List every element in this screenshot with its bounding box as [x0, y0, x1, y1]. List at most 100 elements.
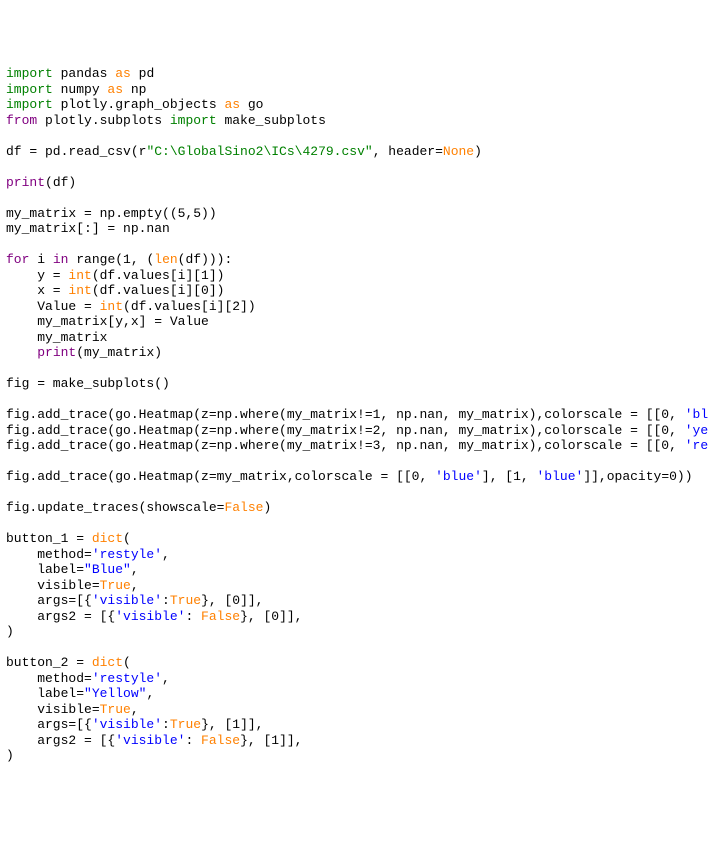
code-line[interactable]: import pandas as pd	[6, 66, 716, 82]
code-token: dict	[92, 655, 123, 670]
code-line[interactable]	[6, 237, 716, 253]
code-token: False	[201, 609, 240, 624]
code-line[interactable]: my_matrix[:] = np.nan	[6, 221, 716, 237]
code-token: False	[201, 733, 240, 748]
code-line[interactable]: for i in range(1, (len(df))):	[6, 252, 716, 268]
code-token: print	[6, 175, 45, 190]
code-line[interactable]	[6, 361, 716, 377]
code-line[interactable]: df = pd.read_csv(r"C:\GlobalSino2\ICs\42…	[6, 144, 716, 160]
code-line[interactable]	[6, 128, 716, 144]
code-token: args2 = [{	[6, 609, 115, 624]
code-token: (df.values[i][0])	[92, 283, 225, 298]
code-token: 'visible'	[115, 609, 185, 624]
code-line[interactable]: button_2 = dict(	[6, 655, 716, 671]
code-token: as	[115, 66, 131, 81]
code-token: my_matrix = np.empty((5,5))	[6, 206, 217, 221]
code-token: ,	[131, 702, 139, 717]
code-line[interactable]: method='restyle',	[6, 547, 716, 563]
code-line[interactable]	[6, 159, 716, 175]
code-line[interactable]: print(df)	[6, 175, 716, 191]
code-line[interactable]: from plotly.subplots import make_subplot…	[6, 113, 716, 129]
code-token: "Yellow"	[84, 686, 146, 701]
code-line[interactable]: import numpy as np	[6, 82, 716, 98]
code-line[interactable]	[6, 190, 716, 206]
code-line[interactable]: my_matrix	[6, 330, 716, 346]
code-token: my_matrix[:] = np.nan	[6, 221, 170, 236]
code-token: pandas	[53, 66, 115, 81]
code-line[interactable]	[6, 454, 716, 470]
code-token: ,	[131, 578, 139, 593]
code-line[interactable]	[6, 392, 716, 408]
code-line[interactable]: print(my_matrix)	[6, 345, 716, 361]
code-line[interactable]: args2 = [{'visible': False}, [0]],	[6, 609, 716, 625]
code-token: fig.add_trace(go.Heatmap(z=np.where(my_m…	[6, 423, 685, 438]
code-token: args=[{	[6, 717, 92, 732]
code-line[interactable]: Value = int(df.values[i][2])	[6, 299, 716, 315]
code-token: 'restyle'	[92, 547, 162, 562]
code-line[interactable]: method='restyle',	[6, 671, 716, 687]
code-token: fig.update_traces(showscale=	[6, 500, 224, 515]
code-line[interactable]: fig = make_subplots()	[6, 376, 716, 392]
code-token: )	[263, 500, 271, 515]
code-line[interactable]: import plotly.graph_objects as go	[6, 97, 716, 113]
code-line[interactable]	[6, 516, 716, 532]
code-token: len	[154, 252, 177, 267]
code-line[interactable]: my_matrix = np.empty((5,5))	[6, 206, 716, 222]
code-token: 'blue'	[435, 469, 482, 484]
code-token: )	[6, 748, 14, 763]
code-line[interactable]: )	[6, 624, 716, 640]
code-line[interactable]: label="Blue",	[6, 562, 716, 578]
code-token: visible=	[6, 578, 100, 593]
code-token: (	[123, 655, 131, 670]
code-token: dict	[92, 531, 123, 546]
code-token: ,	[146, 686, 154, 701]
code-token: ,	[162, 547, 170, 562]
code-line[interactable]: y = int(df.values[i][1])	[6, 268, 716, 284]
code-line[interactable]: my_matrix[y,x] = Value	[6, 314, 716, 330]
code-token: :	[162, 593, 170, 608]
code-line[interactable]: args=[{'visible':True}, [1]],	[6, 717, 716, 733]
code-token: label=	[6, 562, 84, 577]
code-token: , header=	[373, 144, 443, 159]
code-line[interactable]: fig.add_trace(go.Heatmap(z=np.where(my_m…	[6, 407, 716, 423]
code-token: Value =	[6, 299, 100, 314]
code-token: }, [1]],	[240, 733, 302, 748]
code-token: i	[29, 252, 52, 267]
code-token: True	[100, 702, 131, 717]
code-token: :	[185, 609, 201, 624]
code-line[interactable]: fig.update_traces(showscale=False)	[6, 500, 716, 516]
code-token: args2 = [{	[6, 733, 115, 748]
code-token: ]],opacity=0))	[583, 469, 692, 484]
code-line[interactable]	[6, 485, 716, 501]
code-line[interactable]: args=[{'visible':True}, [0]],	[6, 593, 716, 609]
code-token: }, [1]],	[201, 717, 263, 732]
code-token: fig.add_trace(go.Heatmap(z=np.where(my_m…	[6, 438, 685, 453]
code-token: from	[6, 113, 37, 128]
code-token: (df)	[45, 175, 76, 190]
code-line[interactable]: )	[6, 748, 716, 764]
code-token: None	[443, 144, 474, 159]
code-line[interactable]: fig.add_trace(go.Heatmap(z=np.where(my_m…	[6, 438, 716, 454]
code-token: x =	[6, 283, 68, 298]
code-line[interactable]: label="Yellow",	[6, 686, 716, 702]
code-line[interactable]: fig.add_trace(go.Heatmap(z=np.where(my_m…	[6, 423, 716, 439]
code-line[interactable]: visible=True,	[6, 702, 716, 718]
code-token: 'restyle'	[92, 671, 162, 686]
code-line[interactable]: visible=True,	[6, 578, 716, 594]
code-token: method=	[6, 547, 92, 562]
code-token: df = pd.read_csv(	[6, 144, 139, 159]
code-token: np	[123, 82, 146, 97]
code-line[interactable]	[6, 640, 716, 656]
code-token: as	[107, 82, 123, 97]
code-token: import	[170, 113, 217, 128]
code-token: }, [0]],	[201, 593, 263, 608]
code-token: plotly.graph_objects	[53, 97, 225, 112]
code-token: y =	[6, 268, 68, 283]
code-line[interactable]: button_1 = dict(	[6, 531, 716, 547]
code-editor[interactable]: import pandas as pdimport numpy as npimp…	[6, 66, 716, 764]
code-line[interactable]: args2 = [{'visible': False}, [1]],	[6, 733, 716, 749]
code-line[interactable]: x = int(df.values[i][0])	[6, 283, 716, 299]
code-token: 'blue'	[537, 469, 584, 484]
code-line[interactable]: fig.add_trace(go.Heatmap(z=my_matrix,col…	[6, 469, 716, 485]
code-token: button_2 =	[6, 655, 92, 670]
